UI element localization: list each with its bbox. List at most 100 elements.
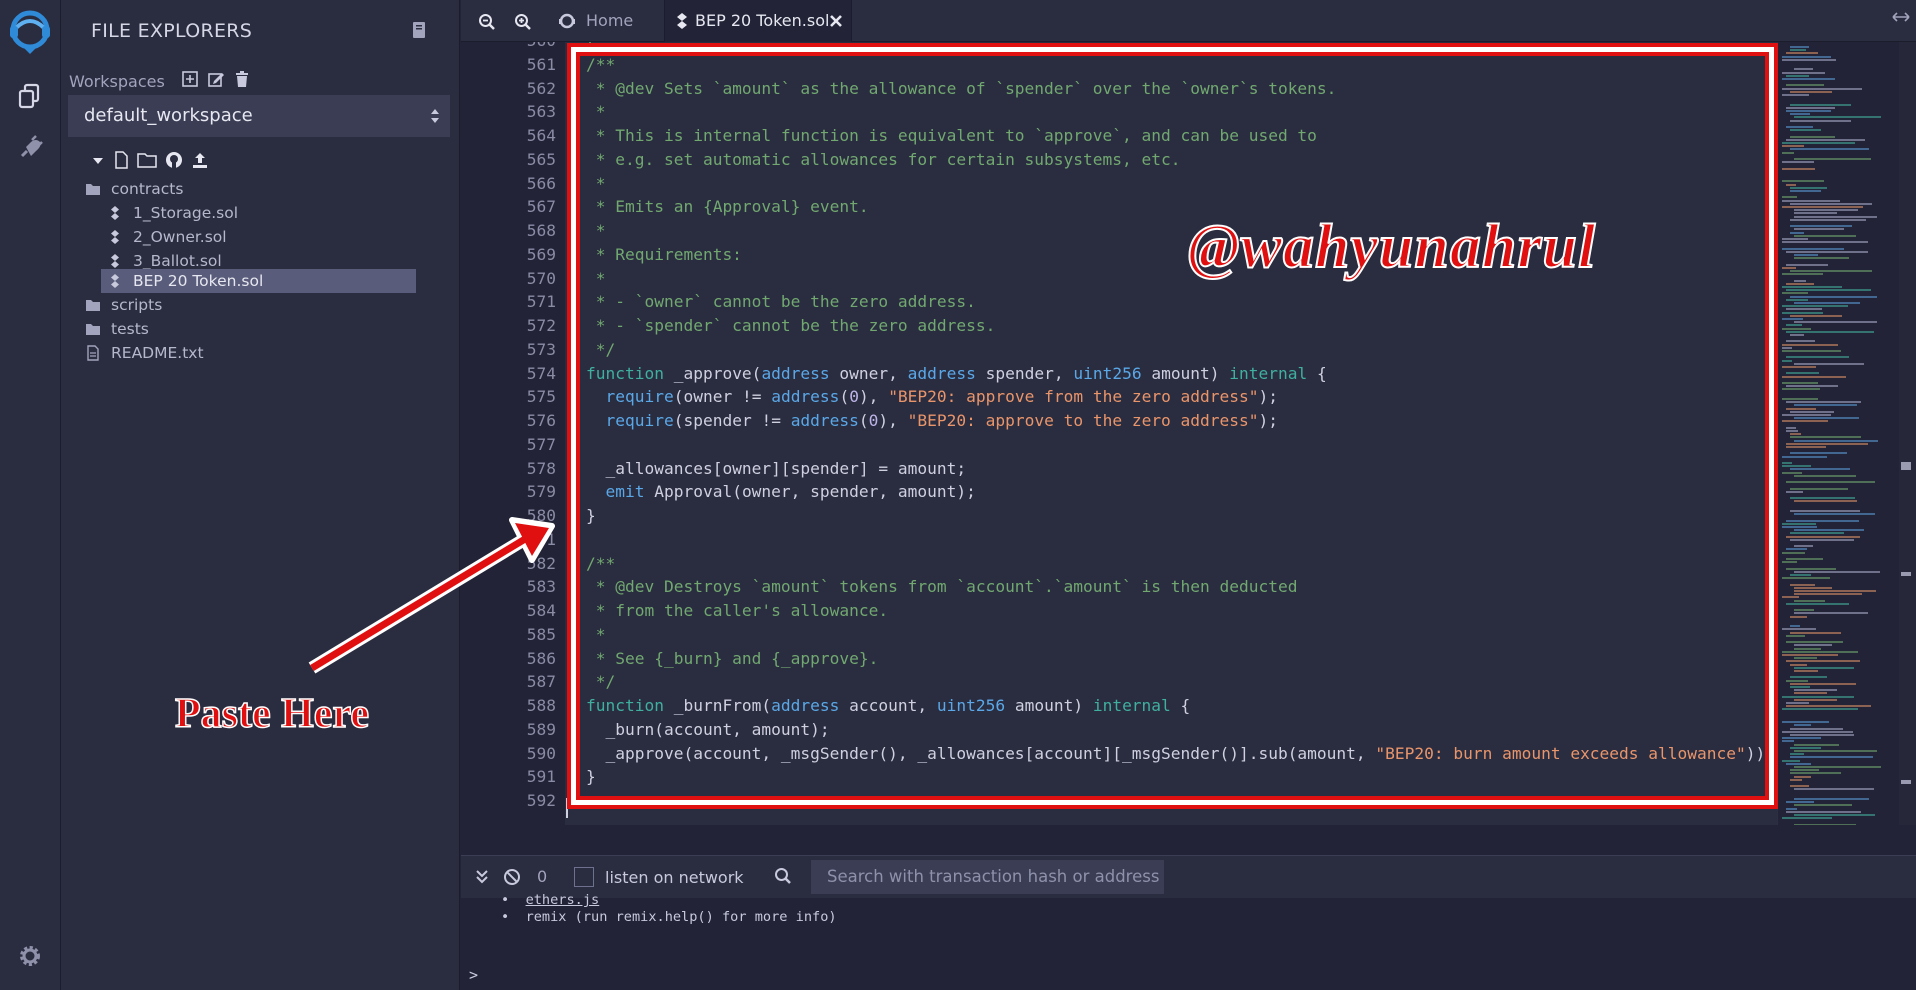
minimap-line <box>1794 689 1837 692</box>
minimap-line <box>1794 750 1877 752</box>
line-number: 568 <box>526 221 556 240</box>
minimap-line <box>1794 804 1852 807</box>
tree-item-label: README.txt <box>111 344 204 362</box>
ethers-link[interactable]: ethers.js <box>526 892 600 908</box>
minimap-line <box>1790 682 1856 685</box>
minimap-line <box>1786 289 1871 292</box>
minimap-line <box>1782 817 1832 820</box>
minimap-line <box>1794 743 1839 746</box>
line-number: 585 <box>526 624 556 644</box>
minimap-line <box>1794 670 1818 672</box>
search-icon <box>775 868 791 884</box>
minimap-line <box>1786 340 1815 343</box>
line-number: 586 <box>526 648 556 668</box>
minimap-line <box>1790 103 1851 106</box>
clear-console-icon[interactable] <box>503 868 521 886</box>
zoom-in-icon[interactable] <box>514 13 532 31</box>
scrollbar-thumb[interactable] <box>1901 462 1911 470</box>
minimap-line <box>1794 212 1837 215</box>
minimap-line <box>1782 596 1799 599</box>
minimap-line <box>1790 663 1807 666</box>
gear-icon[interactable] <box>16 942 44 970</box>
close-tab-icon[interactable] <box>828 13 844 29</box>
listen-network-checkbox[interactable] <box>574 867 594 887</box>
scrollbar-marker <box>1901 780 1911 784</box>
minimap-line <box>1794 362 1864 365</box>
minimap-line <box>1782 740 1794 743</box>
minimap-line <box>1786 762 1811 765</box>
minimap-line <box>1782 71 1825 74</box>
documentation-icon[interactable] <box>411 21 427 39</box>
github-icon[interactable] <box>165 151 183 169</box>
line-number: 591 <box>526 767 556 787</box>
collapse-terminal-icon[interactable] <box>473 868 491 886</box>
minimap-line <box>1790 785 1809 788</box>
minimap-line <box>1786 138 1865 141</box>
minimap-line <box>1794 586 1832 589</box>
new-file-icon[interactable] <box>113 151 129 169</box>
tree-file[interactable]: 2_Owner.sol <box>101 225 401 249</box>
upload-icon[interactable] <box>191 151 209 169</box>
tree-folder[interactable]: scripts <box>85 293 385 317</box>
minimap-line <box>1782 161 1814 164</box>
line-number: 581 <box>526 529 556 549</box>
minimap-line <box>1790 119 1851 122</box>
terminal-prompt[interactable]: > <box>469 966 478 984</box>
minimap-line <box>1794 590 1876 592</box>
minimap-line <box>1786 372 1819 375</box>
minimap-line <box>1786 84 1824 87</box>
minimap-line <box>1790 218 1866 221</box>
minimap-line <box>1782 526 1817 528</box>
minimap-line <box>1790 772 1841 775</box>
file-explorer-icon[interactable] <box>16 82 44 110</box>
minimap-line <box>1794 612 1868 615</box>
delete-workspace-icon[interactable] <box>233 70 251 88</box>
tab-home[interactable]: Home <box>546 0 664 42</box>
minimap-line <box>1790 510 1860 512</box>
solidity-file-icon <box>111 230 119 244</box>
terminal-output-line: • ethers.js <box>501 892 600 908</box>
new-folder-icon[interactable] <box>137 151 157 169</box>
caret-down-icon[interactable] <box>91 154 105 168</box>
rename-workspace-icon[interactable] <box>207 70 225 88</box>
minimap-line <box>1790 225 1852 228</box>
minimap-line <box>1790 186 1827 189</box>
tree-file[interactable]: README.txt <box>85 341 385 365</box>
remix-logo-icon[interactable] <box>6 8 54 56</box>
expand-panel-icon[interactable] <box>1892 10 1910 24</box>
minimap-line <box>1782 142 1855 144</box>
minimap-line <box>1794 234 1856 237</box>
minimap-line <box>1782 87 1862 90</box>
transaction-search-input[interactable]: Search with transaction hash or address <box>811 860 1164 894</box>
plugin-manager-icon[interactable] <box>16 134 44 162</box>
tree-folder[interactable]: tests <box>85 317 385 341</box>
minimap-line <box>1782 366 1816 368</box>
minimap-line <box>1794 404 1857 407</box>
minimap-line <box>1790 734 1854 736</box>
line-number: 563 <box>526 102 556 122</box>
minimap-line <box>1794 570 1880 573</box>
tab-bep20-token[interactable]: BEP 20 Token.sol <box>664 0 852 42</box>
minimap-line <box>1794 254 1818 256</box>
minimap-line <box>1790 727 1843 730</box>
zoom-out-icon[interactable] <box>478 13 496 31</box>
tree-file[interactable]: 1_Storage.sol <box>101 201 401 225</box>
minimap-line <box>1790 129 1821 132</box>
editor-scrollbar[interactable] <box>1899 42 1916 825</box>
minimap-line <box>1782 359 1792 362</box>
minimap-line <box>1794 302 1860 304</box>
workspace-selected-value: default_workspace <box>84 105 253 126</box>
minimap-line <box>1790 49 1806 52</box>
tree-file[interactable]: BEP 20 Token.sol <box>101 269 416 293</box>
minimap-line <box>1782 730 1853 733</box>
create-workspace-icon[interactable] <box>181 70 199 88</box>
minimap[interactable] <box>1777 42 1899 825</box>
minimap-line <box>1782 292 1808 295</box>
minimap-line <box>1786 324 1802 327</box>
minimap-line <box>1794 68 1813 71</box>
minimap-line <box>1782 759 1800 762</box>
workspace-select[interactable]: default_workspace <box>68 95 450 137</box>
minimap-line <box>1786 250 1868 253</box>
minimap-line <box>1790 148 1869 151</box>
tree-folder[interactable]: contracts <box>85 177 385 201</box>
